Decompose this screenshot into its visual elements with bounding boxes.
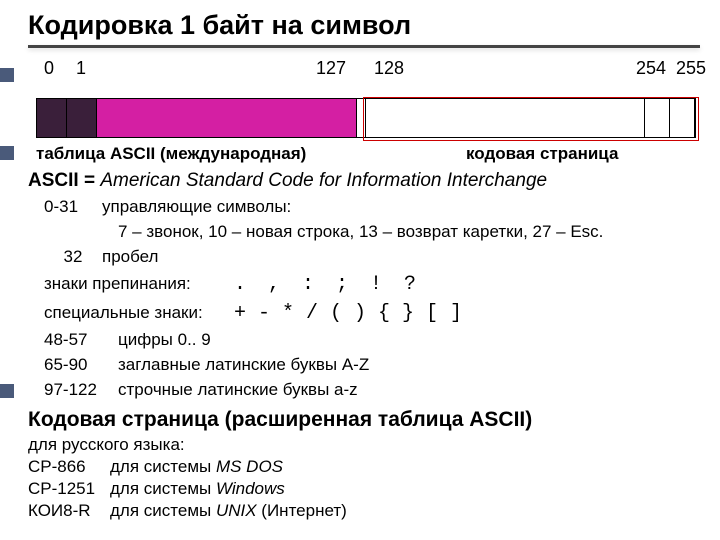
byte-label-254: 254 [636, 58, 666, 79]
accent-bar [0, 384, 14, 398]
ascii-expansion: American Standard Code for Information I… [100, 170, 547, 191]
page-title: Кодировка 1 байт на символ [28, 10, 700, 41]
ascii-prefix: ASCII = [28, 170, 100, 191]
byte-diagram: 0 1 127 128 254 255 [36, 58, 696, 138]
slide: Кодировка 1 байт на символ 0 1 127 128 2… [0, 0, 720, 532]
code-space: 32 [44, 246, 102, 269]
byte-cell [67, 99, 97, 137]
label-space: пробел [102, 246, 158, 269]
codepage-highlight [363, 97, 699, 141]
range-control: 0-31 [44, 196, 102, 219]
byte-label-1: 1 [76, 58, 86, 79]
codepage-desc: для системы MS DOS [110, 456, 283, 478]
ascii-details: 0-31 управляющие символы: 7 – звонок, 10… [44, 196, 700, 402]
byte-cell [37, 99, 67, 137]
codepage-name: КОИ8-R [28, 500, 110, 522]
list-item: КОИ8-R для системы UNIX (Интернет) [28, 500, 700, 522]
codepage-name: CP-1251 [28, 478, 110, 500]
codepage-heading: Кодовая страница (расширенная таблица AS… [28, 408, 700, 432]
caption-codepage: кодовая страница [366, 144, 618, 164]
list-item: CP-1251 для системы Windows [28, 478, 700, 500]
caption-ascii: таблица ASCII (международная) [36, 144, 366, 164]
accent-bar [0, 68, 14, 82]
control-examples: 7 – звонок, 10 – новая строка, 13 – возв… [118, 221, 700, 244]
special-chars: + - * / ( ) { } [ ] [234, 300, 462, 327]
byte-bar [36, 98, 696, 138]
ascii-definition: ASCII = American Standard Code for Infor… [28, 170, 700, 192]
label-special: специальные знаки: [44, 302, 234, 325]
label-punctuation: знаки препинания: [44, 273, 234, 296]
byte-label-128: 128 [374, 58, 404, 79]
punctuation-chars: . , : ; ! ? [234, 271, 416, 298]
byte-label-0: 0 [44, 58, 54, 79]
list-item: CP-866 для системы MS DOS [28, 456, 700, 478]
codepage-name: CP-866 [28, 456, 110, 478]
title-underline [28, 45, 700, 48]
codepage-desc: для системы Windows [110, 478, 285, 500]
byte-label-127: 127 [316, 58, 346, 79]
byte-labels: 0 1 127 128 254 255 [36, 58, 696, 78]
range-upper: 65-90 [44, 354, 118, 377]
range-lower: 97-122 [44, 379, 118, 402]
range-digits: 48-57 [44, 329, 118, 352]
label-control: управляющие символы: [102, 196, 291, 219]
codepage-intro: для русского языка: [28, 434, 700, 456]
codepage-desc: для системы UNIX (Интернет) [110, 500, 347, 522]
label-upper: заглавные латинские буквы A-Z [118, 354, 369, 377]
label-digits: цифры 0.. 9 [118, 329, 211, 352]
byte-caption: таблица ASCII (международная) кодовая ст… [36, 144, 700, 164]
byte-label-255: 255 [676, 58, 706, 79]
codepage-section: для русского языка: CP-866 для системы M… [28, 434, 700, 522]
byte-cell-ascii [97, 99, 357, 137]
codepage-list: CP-866 для системы MS DOS CP-1251 для си… [28, 456, 700, 522]
label-lower: строчные латинские буквы a-z [118, 379, 358, 402]
accent-bar [0, 146, 14, 160]
